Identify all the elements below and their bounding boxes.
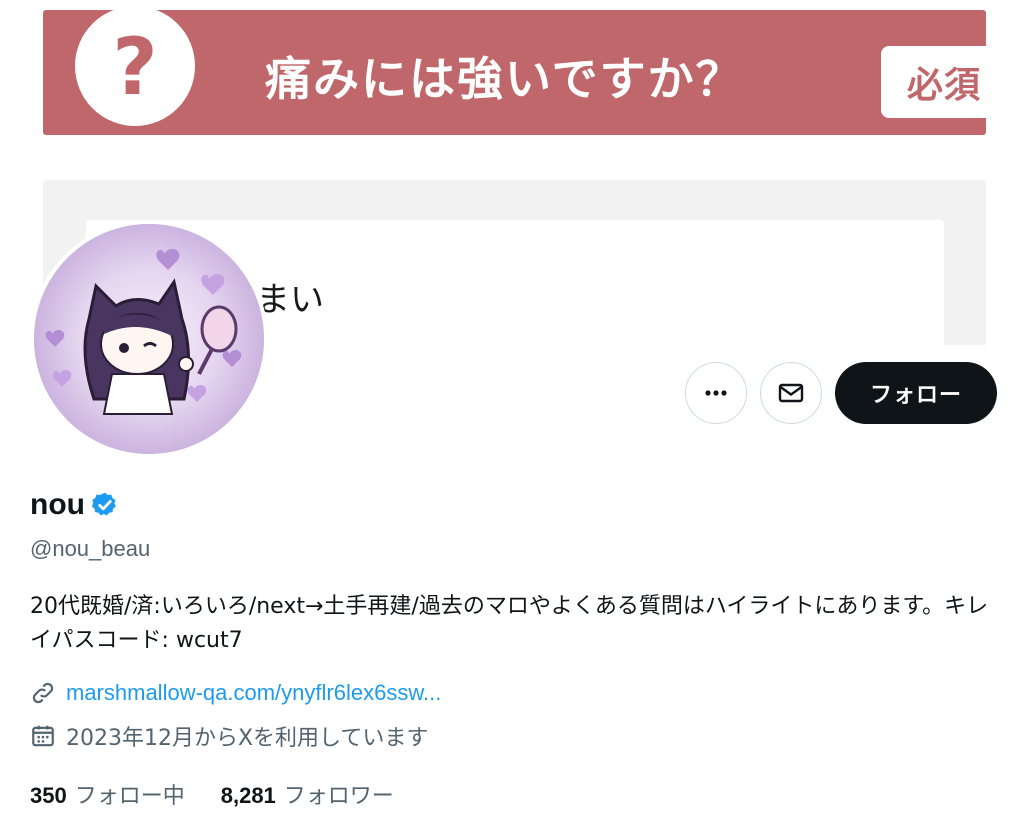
followers-stat[interactable]: 8,281 フォロワー xyxy=(221,778,394,810)
calendar-icon xyxy=(32,725,54,747)
avatar-image xyxy=(34,224,264,454)
profile-link-row[interactable]: marshmallow-qa.com/ynyflr6lex6ssw... xyxy=(30,680,441,706)
question-mark-icon: ? xyxy=(75,6,195,126)
answer-text: まい xyxy=(256,280,324,320)
join-date: 2023年12月からXを利用しています xyxy=(66,726,429,751)
following-stat[interactable]: 350 フォロー中 xyxy=(30,778,185,810)
more-button[interactable] xyxy=(685,362,747,424)
question-mark: ? xyxy=(112,23,158,113)
follow-button[interactable]: フォロー xyxy=(835,362,997,424)
followers-label: フォロワー xyxy=(283,784,394,809)
following-label: フォロー中 xyxy=(74,784,185,809)
display-name: nou xyxy=(30,488,85,521)
profile-link[interactable]: marshmallow-qa.com/ynyflr6lex6ssw... xyxy=(66,680,441,706)
required-badge: 必須 xyxy=(881,46,1007,118)
verified-badge-icon[interactable] xyxy=(91,491,119,519)
follow-stats: 350 フォロー中 8,281 フォロワー xyxy=(30,778,430,810)
join-date-row: 2023年12月からXを利用しています xyxy=(30,720,428,752)
handle: @nou_beau xyxy=(30,536,151,561)
name-row: nou xyxy=(30,488,119,522)
message-button[interactable] xyxy=(760,362,822,424)
followers-count: 8,281 xyxy=(220,783,276,808)
link-icon xyxy=(32,682,54,704)
avatar-illustration xyxy=(34,224,264,454)
more-dots-icon xyxy=(705,390,727,396)
question-text: 痛みには強いですか？ xyxy=(265,52,744,106)
bio: 20代既婚/済:いろいろ/next→土手再建/過去のマロやよくある質問はハイライ… xyxy=(30,594,989,653)
following-count: 350 xyxy=(30,783,67,808)
avatar[interactable] xyxy=(30,220,268,458)
envelope-icon xyxy=(778,383,804,403)
